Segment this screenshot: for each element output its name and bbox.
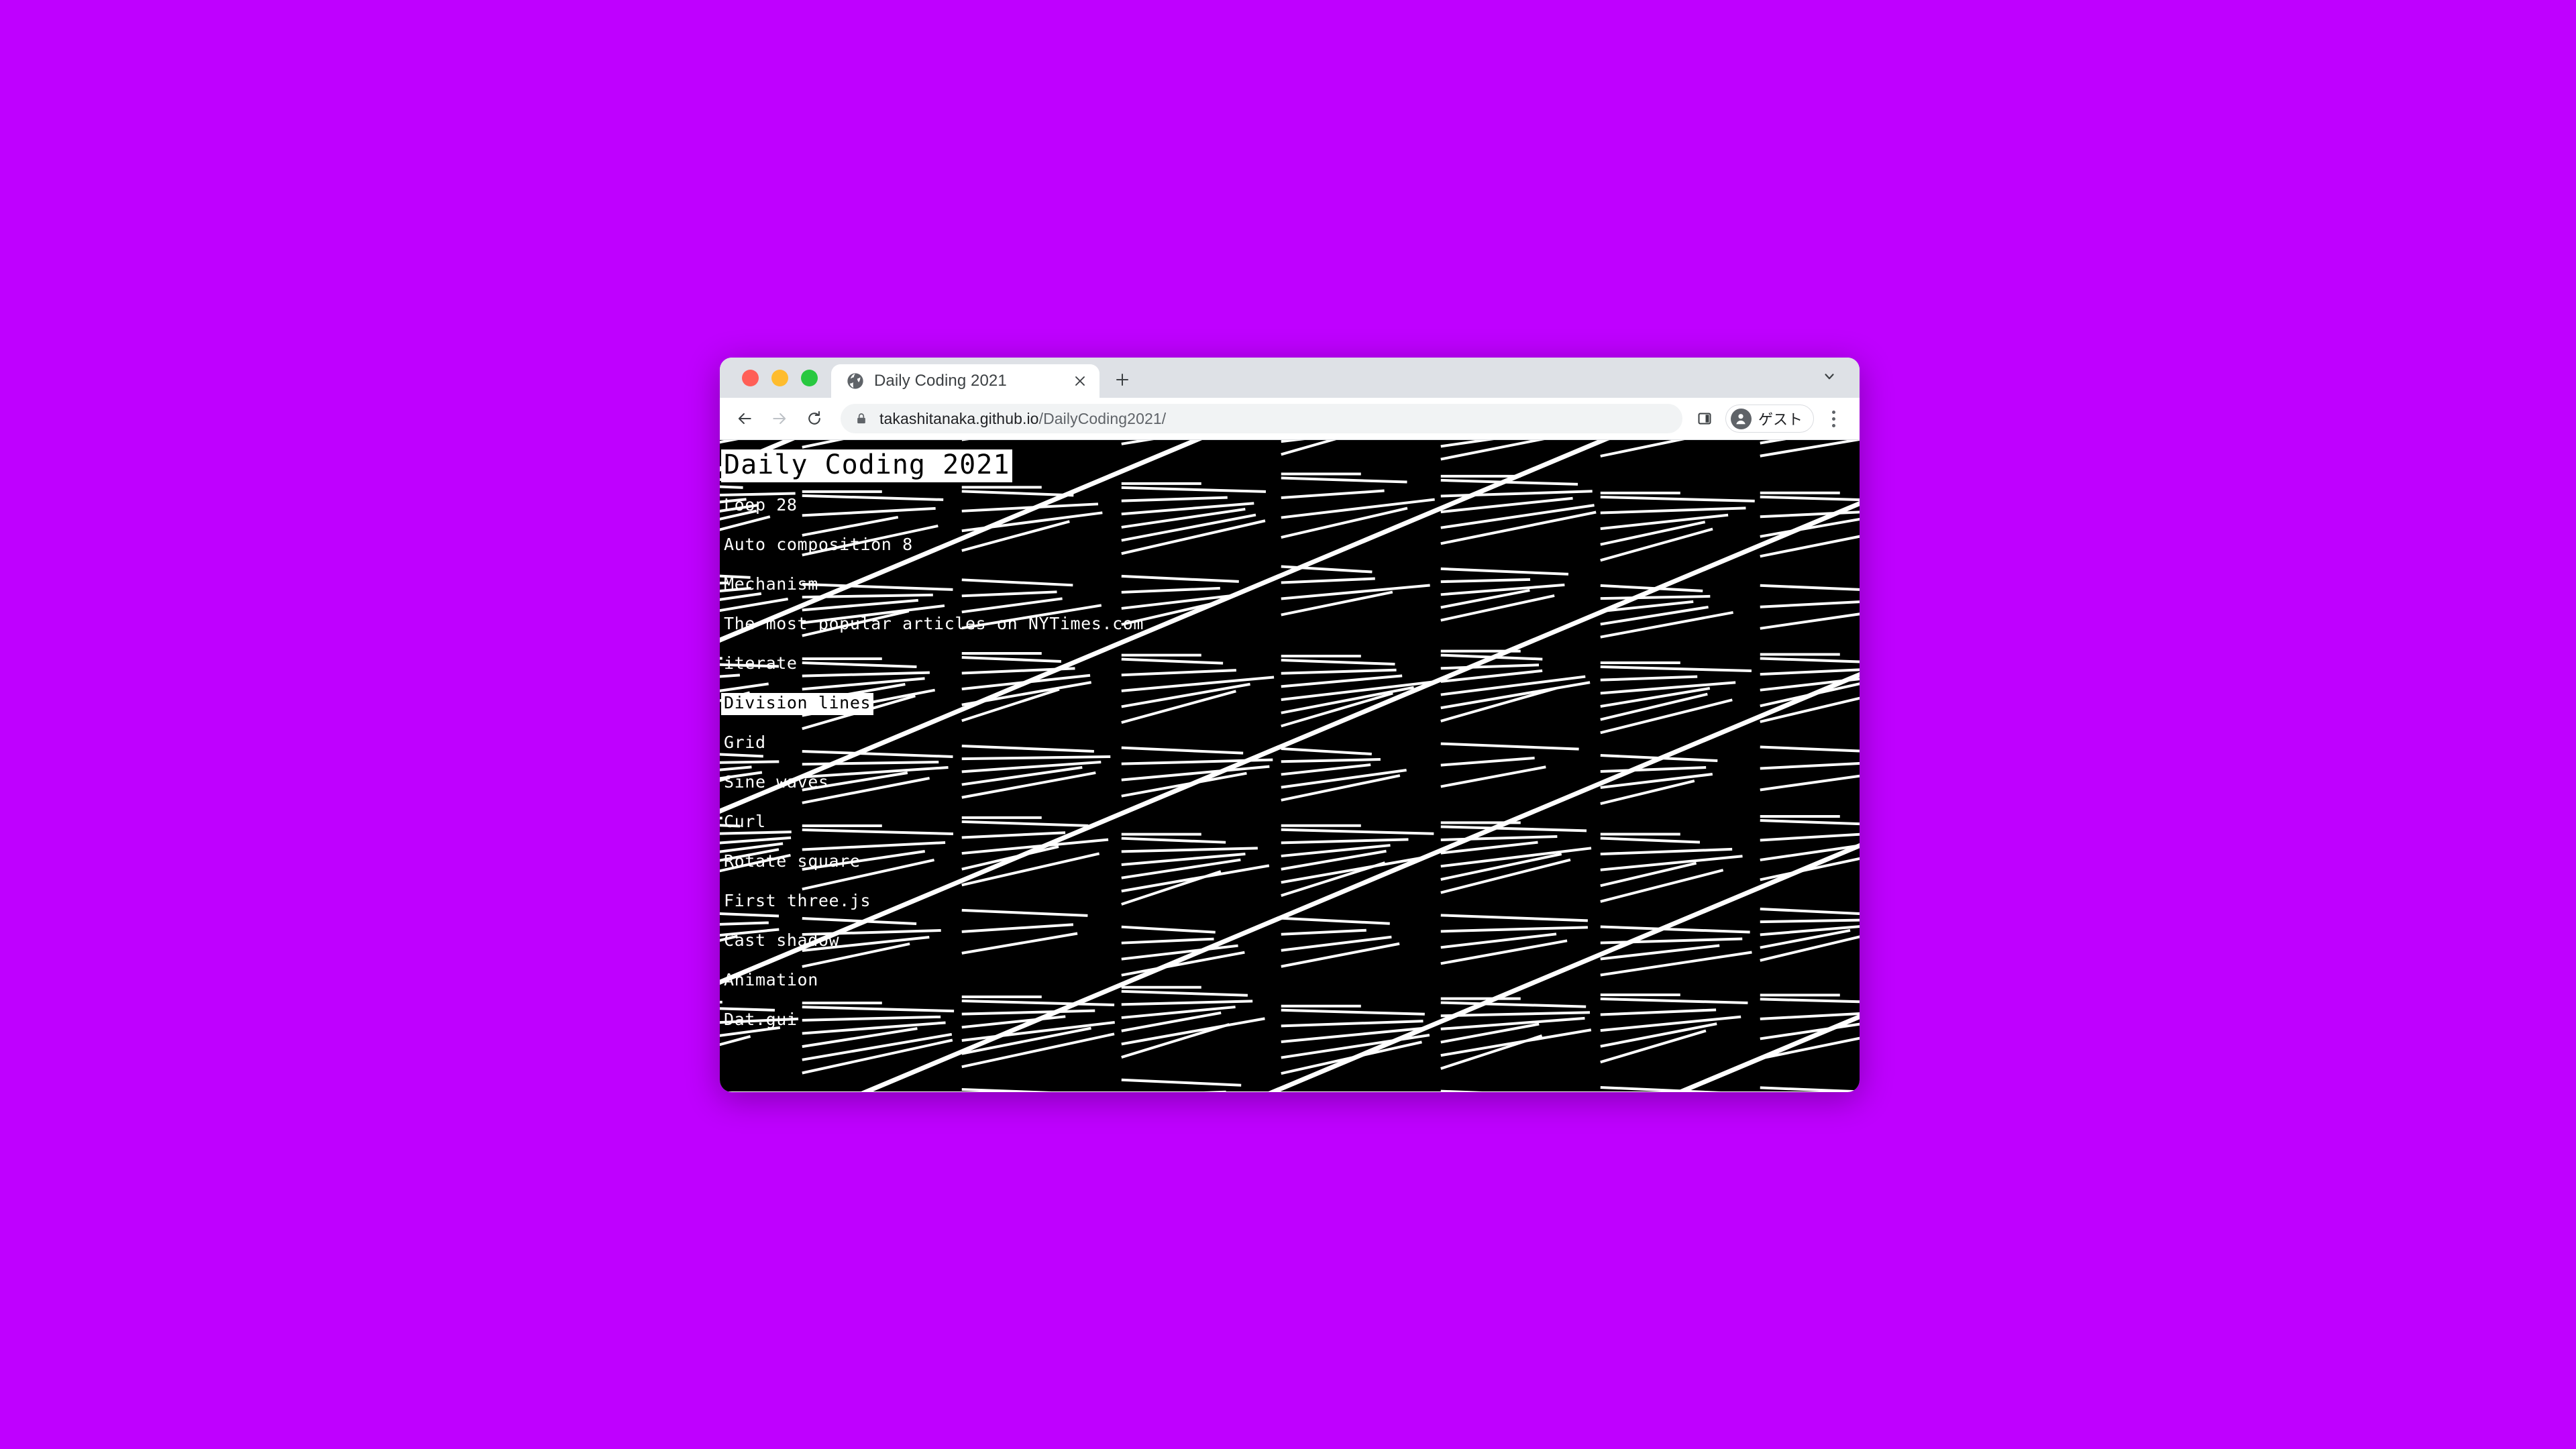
browser-window: Daily Coding 2021 takashitanaka.github.i… (720, 358, 1860, 1092)
list-item: Grid (720, 724, 1860, 763)
list-item: iterate (720, 645, 1860, 684)
toolbar-right-group: ゲスト (1689, 403, 1847, 434)
sketch-link[interactable]: Mechanism (721, 574, 821, 596)
url-text: takashitanaka.github.io/DailyCoding2021/ (879, 410, 1166, 428)
tab-title: Daily Coding 2021 (874, 372, 1007, 390)
arrow-right-icon (763, 402, 796, 435)
sketch-link[interactable]: Cast shadow (721, 930, 842, 953)
sketch-link[interactable]: Loop 28 (721, 495, 800, 517)
new-tab-button[interactable] (1104, 363, 1141, 396)
list-item: Division lines (720, 684, 1860, 724)
three-dots-icon[interactable] (1819, 403, 1847, 434)
browser-toolbar: takashitanaka.github.io/DailyCoding2021/… (720, 398, 1860, 440)
list-item: Dat.gui (720, 1001, 1860, 1040)
reload-icon[interactable] (798, 402, 831, 435)
minimize-window-button[interactable] (771, 369, 788, 386)
menu-dot (1831, 410, 1835, 414)
tab-strip: Daily Coding 2021 (720, 358, 1860, 398)
sketch-link[interactable]: Grid (721, 733, 769, 755)
list-item: First three.js (720, 882, 1860, 922)
url-path: /DailyCoding2021/ (1038, 409, 1167, 427)
sketch-link[interactable]: First three.js (721, 891, 873, 913)
page-content: Daily Coding 2021 Loop 28 Auto compositio… (720, 440, 1860, 1040)
list-item: Cast shadow (720, 922, 1860, 961)
page-title: Daily Coding 2021 (721, 449, 1013, 483)
list-item: Sine waves (720, 763, 1860, 803)
list-item: Animation (720, 961, 1860, 1001)
sketch-link[interactable]: Rotate square (721, 851, 863, 873)
list-item: Mechanism (720, 566, 1860, 605)
profile-button[interactable]: ゲスト (1725, 405, 1814, 433)
sketch-link[interactable]: Division lines (721, 693, 874, 716)
person-icon (1730, 408, 1752, 429)
profile-name: ゲスト (1758, 411, 1803, 428)
url-host: takashitanaka.github.io (879, 409, 1039, 427)
list-item: Loop 28 (720, 486, 1860, 526)
sketch-link-list: Loop 28 Auto composition 8 Mechanism The mo… (720, 486, 1860, 1040)
list-item: Rotate square (720, 843, 1860, 882)
close-window-button[interactable] (742, 369, 759, 386)
side-panel-icon[interactable] (1689, 403, 1720, 434)
sketch-link[interactable]: iterate (721, 653, 800, 676)
sketch-link[interactable]: Dat.gui (721, 1010, 800, 1032)
list-item: Auto composition 8 (720, 526, 1860, 566)
globe-icon (846, 372, 865, 390)
menu-dot (1831, 423, 1835, 427)
list-item: The most popular articles on NYTimes.com (720, 605, 1860, 645)
address-bar[interactable]: takashitanaka.github.io/DailyCoding2021/ (841, 404, 1682, 433)
window-controls (720, 358, 831, 398)
sketch-link[interactable]: The most popular articles on NYTimes.com (721, 614, 1146, 636)
sketch-link[interactable]: Auto composition 8 (721, 535, 916, 557)
sketch-link[interactable]: Sine waves (721, 772, 832, 794)
arrow-left-icon[interactable] (728, 402, 761, 435)
page-viewport: Daily Coding 2021 Loop 28 Auto compositio… (720, 440, 1860, 1091)
lock-icon[interactable] (854, 411, 869, 426)
chevron-down-icon[interactable] (1815, 362, 1843, 390)
list-item: Curl (720, 803, 1860, 843)
maximize-window-button[interactable] (801, 369, 818, 386)
sketch-link[interactable]: Animation (721, 970, 821, 992)
menu-dot (1831, 417, 1835, 421)
sketch-link[interactable]: Curl (721, 812, 769, 834)
close-tab-button[interactable] (1069, 370, 1091, 392)
browser-tab[interactable]: Daily Coding 2021 (831, 364, 1099, 398)
